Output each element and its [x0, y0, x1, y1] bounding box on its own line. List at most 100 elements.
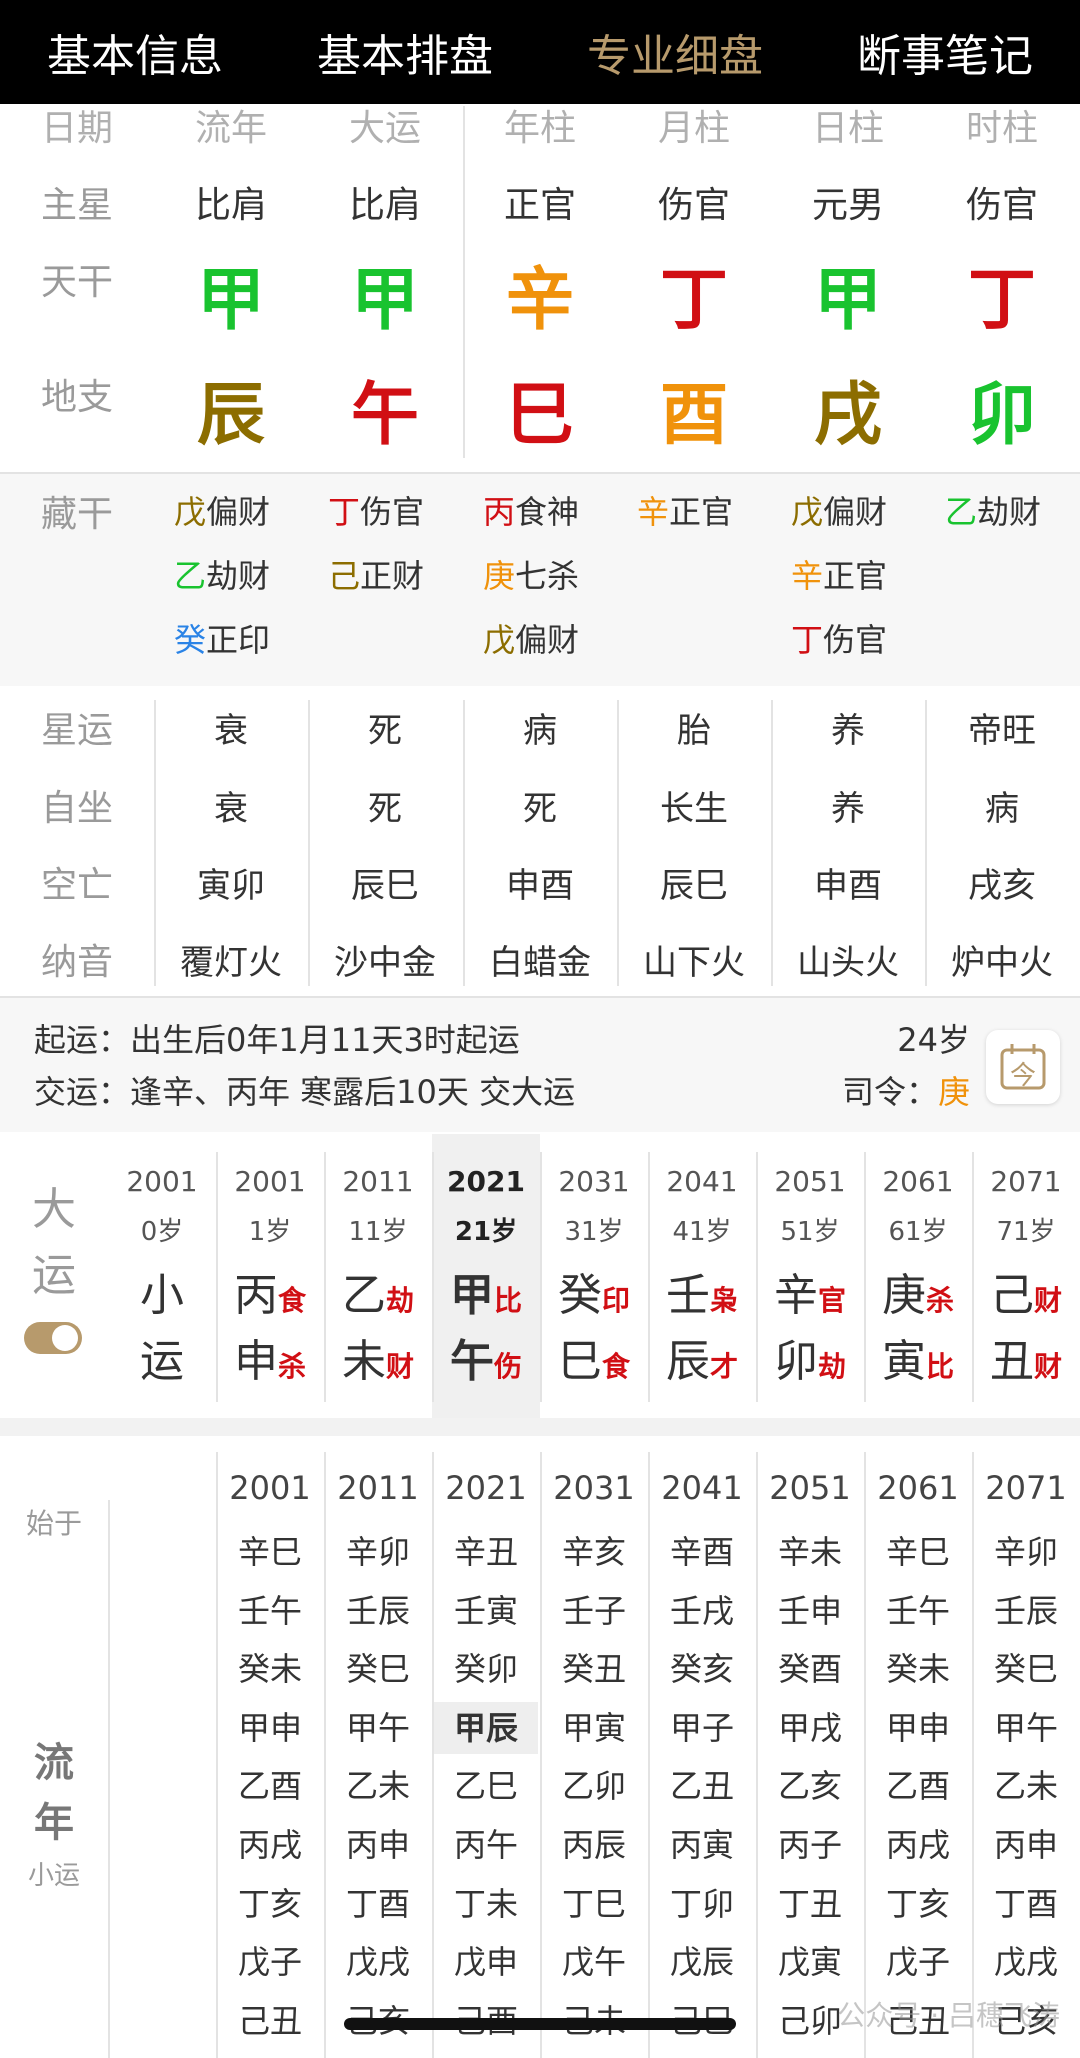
dayun-stem-god: 枭: [709, 1284, 738, 1317]
canggan-god: 伤官: [823, 621, 888, 659]
main-star-3: 伤官: [657, 185, 730, 226]
dayun-branch[interactable]: 申杀: [216, 1334, 324, 1395]
canggan-stem: 辛: [791, 557, 824, 595]
dayun-year-1: 2001: [234, 1165, 306, 1198]
liunian-start-label: 始于: [25, 1507, 82, 1540]
home-indicator[interactable]: [344, 2018, 736, 2030]
dayun-stem[interactable]: 小: [108, 1268, 216, 1329]
toggle-knob: [52, 1325, 78, 1351]
dayun-stem-char: 乙: [341, 1270, 386, 1321]
liunian-item: 丁卯: [669, 1884, 734, 1923]
row-3-4: 山头火: [797, 943, 899, 983]
dayun-stem[interactable]: 丙食: [216, 1268, 324, 1329]
dayun-year-6: 2051: [774, 1165, 846, 1198]
tab-notes[interactable]: 断事笔记: [810, 20, 1080, 84]
liunian-item: 丁未: [453, 1884, 518, 1923]
dayun-branch[interactable]: 寅比: [864, 1334, 972, 1395]
top-tab-bar: 基本信息 基本排盘 专业细盘 断事笔记: [0, 0, 1080, 104]
dayun-divider: [324, 1152, 326, 1402]
row-2-3: 辰巳: [660, 866, 728, 906]
liunian-item: 丙辰: [561, 1826, 626, 1864]
canggan-stem: 己: [328, 557, 361, 595]
liunian-item: 壬辰: [993, 1591, 1058, 1630]
dayun-branch[interactable]: 巳食: [540, 1334, 648, 1395]
dayun-age-2: 11岁: [348, 1217, 408, 1247]
dizhi-0: 辰: [196, 376, 265, 455]
dayun-stem-god: 官: [817, 1284, 846, 1317]
dayun-stem-char: 辛: [773, 1270, 818, 1321]
dayun-branch[interactable]: 卯劫: [756, 1334, 864, 1395]
dayun-toggle[interactable]: [24, 1322, 82, 1354]
qiyun-line1: 起运：出生后0年1月11天3时起运: [34, 1021, 520, 1059]
liunian-item: 癸丑: [561, 1650, 626, 1689]
liunian-item: 乙未: [993, 1767, 1058, 1806]
liunian-item: 丁酉: [345, 1884, 410, 1923]
tab-basic-chart[interactable]: 基本排盘: [270, 20, 540, 84]
dayun-divider: [540, 1152, 542, 1402]
liunian-item: 壬子: [561, 1591, 626, 1630]
liunian-item: 乙酉: [885, 1767, 950, 1806]
tiangan-3: 丁: [659, 261, 728, 340]
row-0-5: 帝旺: [968, 711, 1036, 751]
dayun-age-8: 71岁: [996, 1217, 1056, 1247]
dayun-stem[interactable]: 癸印: [540, 1268, 648, 1329]
canggan-item: 丁伤官: [791, 620, 931, 660]
dayun-branch[interactable]: 辰才: [648, 1334, 756, 1395]
liunian-item: 丁巳: [561, 1884, 626, 1923]
row-0-1: 死: [368, 711, 402, 751]
dayun-year-5: 2041: [666, 1165, 738, 1198]
dayun-branch-char: 申: [233, 1336, 278, 1387]
canggan-item: 乙劫财: [174, 556, 314, 596]
dayun-stem[interactable]: 乙劫: [324, 1268, 432, 1329]
dayun-year-2: 2011: [342, 1165, 414, 1198]
dayun-stem[interactable]: 己财: [972, 1268, 1080, 1329]
dizhi-5: 卯: [967, 376, 1036, 455]
tab-basic-info[interactable]: 基本信息: [0, 20, 270, 84]
siling-label: 司令：: [841, 1073, 938, 1111]
dayun-branch-char: 午: [449, 1336, 494, 1387]
liunian-item: 辛卯: [345, 1533, 410, 1571]
canggan-label: 藏干: [40, 494, 113, 535]
main-star-5: 伤官: [965, 185, 1038, 226]
liunian-item: 戊寅: [777, 1943, 842, 1982]
dayun-divider: [648, 1152, 650, 1402]
dayun-divider: [756, 1152, 758, 1402]
liunian-item: 癸巳: [993, 1650, 1058, 1689]
dayun-stem[interactable]: 辛官: [756, 1268, 864, 1329]
row-0-3: 胎: [677, 711, 711, 751]
dayun-branch[interactable]: 运: [108, 1334, 216, 1395]
dayun-branch-char: 寅: [881, 1336, 926, 1387]
dayun-branch-god: 财: [385, 1350, 414, 1383]
dayun-stem[interactable]: 壬枭: [648, 1268, 756, 1329]
tiangan-1: 甲: [350, 261, 419, 340]
dayun-year-0: 2001: [126, 1165, 198, 1198]
dayun-branch[interactable]: 午伤: [432, 1334, 540, 1395]
calendar-icon[interactable]: 今: [986, 1030, 1060, 1104]
liunian-year-5: 2051: [769, 1469, 851, 1507]
dayun-age-6: 51岁: [780, 1217, 840, 1247]
dayun-divider: [216, 1152, 218, 1402]
dayun-stem-god: 劫: [385, 1284, 414, 1317]
liunian-year-0: 2001: [229, 1469, 311, 1507]
dayun-stem[interactable]: 庚杀: [864, 1268, 972, 1329]
tab-pro-chart[interactable]: 专业细盘: [540, 20, 810, 84]
row-label-2: 空亡: [40, 865, 113, 906]
dayun-stem[interactable]: 甲比: [432, 1268, 540, 1329]
pillar-divider: [463, 106, 465, 458]
dayun-stem-god: 杀: [925, 1284, 954, 1317]
main-star-2: 正官: [503, 185, 576, 226]
canggan-stem: 乙: [174, 557, 207, 595]
canggan-god: 偏财: [206, 493, 271, 531]
dayun-divider: [972, 1152, 974, 1402]
liunian-item: 癸未: [237, 1650, 302, 1689]
dayun-branch-god: 食: [601, 1350, 630, 1383]
liunian-item: 戊戌: [345, 1943, 410, 1982]
dayun-stem-char: 己: [989, 1270, 1034, 1321]
dayun-branch[interactable]: 丑财: [972, 1334, 1080, 1395]
row-1-5: 病: [985, 789, 1019, 829]
liunian-item: 辛卯: [993, 1533, 1058, 1571]
dayun-branch[interactable]: 未财: [324, 1334, 432, 1395]
liunian-year-2: 2021: [445, 1469, 527, 1507]
dayun-label-2: 运: [32, 1250, 76, 1301]
dayun-divider: [432, 1152, 434, 1402]
